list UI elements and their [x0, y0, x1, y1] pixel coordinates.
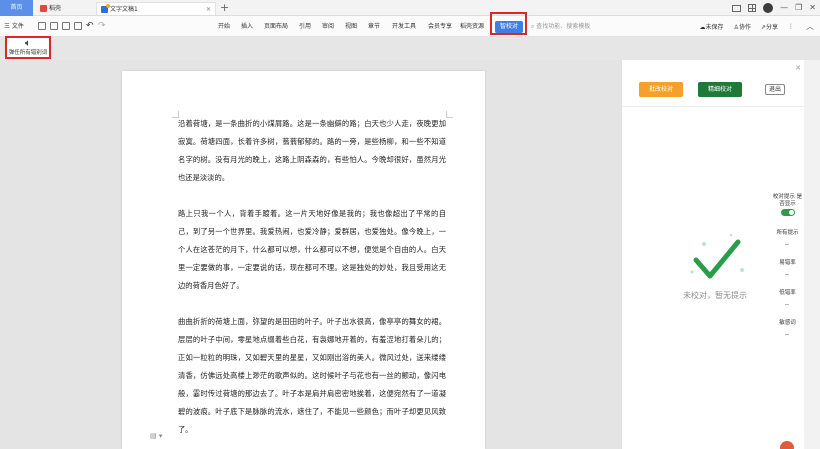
empty-state-text: 未校对，暂无提示: [683, 291, 747, 300]
chevron-up-icon[interactable]: ︿: [806, 21, 814, 32]
floating-assistant-button[interactable]: [780, 441, 794, 449]
exit-proofread-button[interactable]: 退出: [765, 84, 785, 95]
proofread-rail: 校对提示 是否显示 所有提示 易错率 低错率 敏感词: [771, 192, 804, 362]
proofread-tab-highlight: [490, 12, 527, 35]
tab-daoke[interactable]: 稻壳: [36, 2, 86, 15]
window-controls: — ❐ ✕: [732, 2, 816, 14]
collab-label: 协作: [738, 24, 751, 31]
avatar[interactable]: [763, 3, 774, 13]
collab-button[interactable]: ♙协作: [734, 22, 751, 31]
tab-document[interactable]: 文字文稿1 ✕: [96, 2, 216, 15]
redo-icon[interactable]: ↷: [98, 16, 106, 37]
tab-bar: 首页 稻壳 文字文稿1 ✕ + — ❐ ✕: [0, 0, 820, 16]
share-button[interactable]: ⇗分享: [761, 22, 778, 31]
read-aloud-label: 弹任所有错别词: [8, 50, 48, 56]
vertical-scrollbar[interactable]: [804, 60, 820, 449]
unsaved-dot-icon: [106, 4, 110, 8]
rail-toggle-label: 校对提示 是否显示: [772, 194, 803, 207]
tab-chapter[interactable]: 章节: [368, 16, 380, 37]
rail-grammar[interactable]: 低错率: [771, 288, 804, 296]
fine-proofread-button[interactable]: 精细校对: [698, 82, 742, 97]
search-icon: ⌕: [531, 23, 535, 30]
tab-start[interactable]: 开始: [218, 16, 230, 37]
margin-mark-tr: [446, 111, 453, 118]
rail-all-hints[interactable]: 所有提示: [771, 228, 804, 236]
show-hints-toggle[interactable]: [781, 209, 795, 216]
unsaved-button[interactable]: ☁未保存: [700, 22, 724, 31]
paragraph-3: 曲曲折折的荷塘上面，弥望的是田田的叶子。叶子出水很高，像亭亭的舞女的裙。层层的叶…: [178, 317, 446, 434]
close-window-icon[interactable]: ✕: [809, 2, 816, 14]
document-canvas: 沿着荷塘，是一条曲折的小煤屑路。这是一条幽僻的路；白天也少人走，夜晚更加寂寞。荷…: [0, 60, 621, 449]
speaker-icon: 🔈︎: [25, 38, 31, 49]
minimize-icon[interactable]: —: [780, 2, 788, 14]
undo-icon[interactable]: ↶: [86, 16, 94, 37]
preview-icon[interactable]: [74, 22, 82, 30]
close-tab-icon[interactable]: ✕: [206, 3, 211, 16]
panel-close-icon[interactable]: ✕: [795, 64, 801, 72]
file-menu[interactable]: 三 文件: [4, 16, 24, 37]
rail-spelling[interactable]: 易错率: [771, 258, 804, 266]
document-page[interactable]: 沿着荷塘，是一条曲折的小煤屑路。这是一条幽僻的路；白天也少人走，夜晚更加寂寞。荷…: [122, 71, 485, 449]
panel-divider: [622, 106, 805, 107]
rail-sensitive[interactable]: 敏感词: [771, 318, 804, 326]
print-icon[interactable]: [50, 22, 58, 30]
paragraph-1: 沿着荷塘，是一条曲折的小煤屑路。这是一条幽僻的路；白天也少人走，夜晚更加寂寞。荷…: [178, 119, 446, 182]
ribbon-right-actions: ☁未保存 ♙协作 ⇗分享 ⋮: [700, 16, 794, 37]
new-tab-button[interactable]: +: [220, 1, 229, 15]
restore-icon[interactable]: ❐: [795, 2, 802, 14]
tab-member[interactable]: 会员专享: [428, 16, 452, 37]
tab-daoke-label: 稻壳: [49, 5, 62, 12]
tab-insert[interactable]: 插入: [241, 16, 253, 37]
tab-document-label: 文字文稿1: [110, 6, 138, 13]
more-icon[interactable]: ⋮: [788, 23, 794, 30]
tab-review[interactable]: 审阅: [322, 16, 334, 37]
tab-home[interactable]: 首页: [0, 0, 33, 16]
rail-separator: [785, 304, 789, 305]
doc-status-icon[interactable]: ▤ ▾: [150, 432, 162, 440]
layout-icon[interactable]: [732, 4, 742, 12]
share-label: 分享: [765, 24, 778, 31]
search-placeholder: 查找功能、搜索模板: [536, 23, 591, 30]
rail-separator: [785, 244, 789, 245]
tab-daoke-resources[interactable]: 稻壳资源: [460, 16, 484, 37]
rail-separator: [785, 274, 789, 275]
unsaved-label: 未保存: [705, 24, 724, 31]
daoke-logo-icon: [40, 5, 47, 12]
tab-view[interactable]: 视图: [345, 16, 357, 37]
export-icon[interactable]: [62, 22, 70, 30]
tab-developer[interactable]: 开发工具: [392, 16, 416, 37]
quick-proofread-button[interactable]: 批改校对: [639, 82, 683, 97]
read-aloud-button[interactable]: 🔈︎ 弹任所有错别词: [5, 36, 51, 59]
save-icon[interactable]: [38, 22, 46, 30]
checkmark-illustration-icon: [690, 233, 744, 279]
tab-references[interactable]: 引用: [299, 16, 311, 37]
apps-grid-icon[interactable]: [748, 4, 757, 12]
tab-page-layout[interactable]: 页面布局: [264, 16, 288, 37]
rail-separator: [785, 334, 789, 335]
ribbon: 三 文件 ↶ ↷ 开始 插入 页面布局 引用 审阅 视图 章节 开发工具 会员专…: [0, 16, 820, 37]
paragraph-2: 路上只我一个人，背着手踱着。这一片天地好像是我的；我也像超出了平常的自己，到了另…: [178, 209, 446, 290]
search-input[interactable]: ⌕ 查找功能、搜索模板: [531, 16, 590, 37]
